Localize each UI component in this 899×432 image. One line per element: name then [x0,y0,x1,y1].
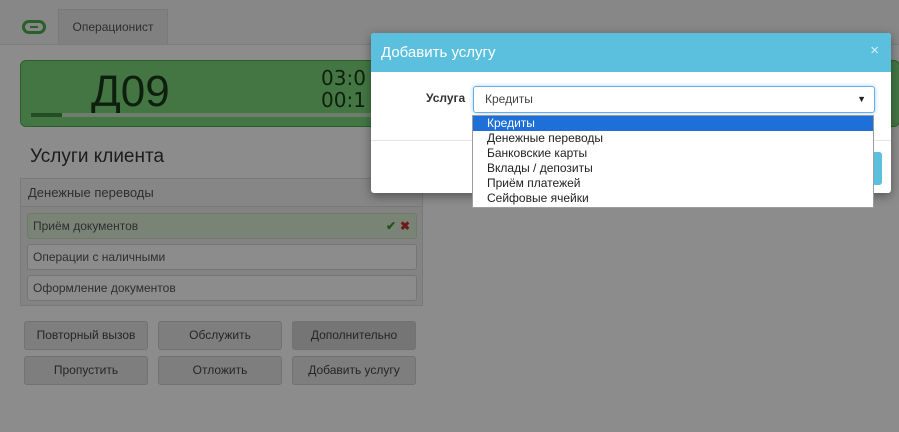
dropdown-option-selected[interactable]: Кредиты [473,116,873,131]
dropdown-option[interactable]: Банковские карты [473,146,873,161]
dropdown-option[interactable]: Приём платежей [473,176,873,191]
service-select-value: Кредиты [485,92,533,106]
dropdown-option[interactable]: Сейфовые ячейки [473,191,873,206]
service-select[interactable]: Кредиты ▼ [473,86,875,113]
chevron-down-icon: ▼ [857,94,866,104]
service-field-label: Услуга [426,91,466,105]
dropdown-option[interactable]: Денежные переводы [473,131,873,146]
close-icon[interactable]: × [870,42,879,59]
modal-title: Добавить услугу [381,44,496,61]
modal-confirm-button[interactable] [874,152,882,185]
modal-header: Добавить услугу × [371,33,891,72]
service-dropdown-list: Кредиты Денежные переводы Банковские кар… [472,115,874,208]
dropdown-option[interactable]: Вклады / депозиты [473,161,873,176]
